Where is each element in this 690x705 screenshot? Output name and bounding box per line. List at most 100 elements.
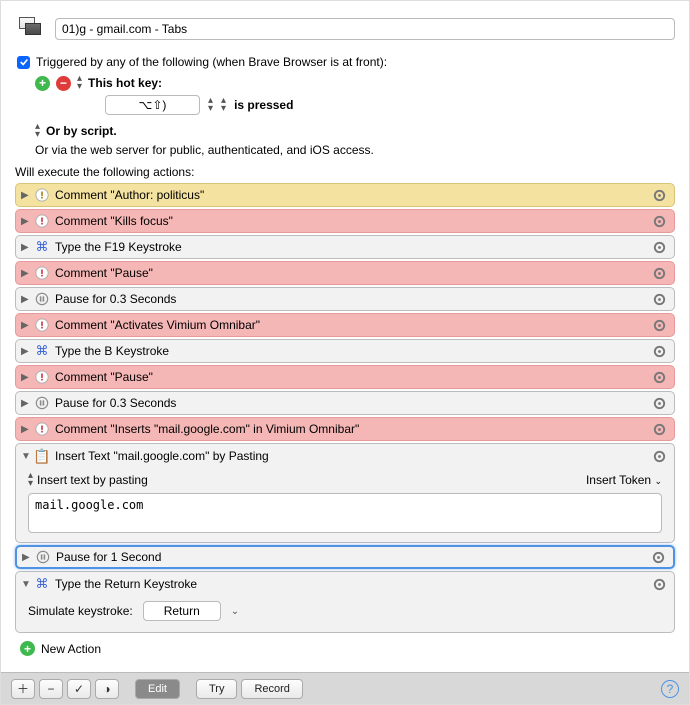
gear-icon[interactable] xyxy=(649,266,669,281)
action-row[interactable]: ▶ Pause for 0.3 Seconds xyxy=(15,391,675,415)
or-script-label: Or by script. xyxy=(46,124,117,138)
help-button[interactable]: ? xyxy=(661,680,679,698)
gear-icon[interactable] xyxy=(649,188,669,203)
action-label: Pause for 1 Second xyxy=(52,550,648,564)
comment-icon xyxy=(33,188,51,202)
macro-icon xyxy=(15,13,47,45)
disclosure-icon[interactable]: ▼ xyxy=(21,451,33,462)
gear-icon[interactable] xyxy=(649,240,669,255)
keystroke-selector[interactable]: Return xyxy=(143,601,221,621)
action-row[interactable]: ▶ ⌘ Type the B Keystroke xyxy=(15,339,675,363)
keystroke-icon: ⌘ xyxy=(33,576,51,592)
hotkey-options-stepper[interactable]: ▴▾ xyxy=(208,97,213,113)
trigger-enabled-checkbox[interactable] xyxy=(17,56,30,69)
disclosure-icon[interactable]: ▶ xyxy=(21,190,33,201)
comment-icon xyxy=(33,318,51,332)
action-row[interactable]: ▶ Pause for 1 Second xyxy=(15,545,675,569)
action-label: Type the F19 Keystroke xyxy=(51,240,649,254)
bottom-toolbar: ＋ − ✓ ◑ Edit Try Record ? xyxy=(1,672,689,704)
comment-icon xyxy=(33,214,51,228)
add-button[interactable]: ＋ xyxy=(11,679,35,699)
new-action-label: New Action xyxy=(41,642,101,656)
add-icon: + xyxy=(20,641,35,656)
gear-icon[interactable] xyxy=(649,318,669,333)
gear-icon[interactable] xyxy=(649,396,669,411)
try-button[interactable]: Try xyxy=(196,679,237,699)
or-script-stepper[interactable]: ▴▾ xyxy=(35,123,40,139)
action-label: Pause for 0.3 Seconds xyxy=(51,396,649,410)
gear-icon[interactable] xyxy=(649,422,669,437)
action-label: Insert Text "mail.google.com" by Pasting xyxy=(51,449,649,463)
action-row[interactable]: ▶ Comment "Pause" xyxy=(15,261,675,285)
action-row[interactable]: ▶ Comment "Pause" xyxy=(15,365,675,389)
action-row[interactable]: ▶ Comment "Activates Vimium Omnibar" xyxy=(15,313,675,337)
keystroke-icon: ⌘ xyxy=(33,343,51,359)
action-row[interactable]: ▶ Comment "Inserts "mail.google.com" in … xyxy=(15,417,675,441)
disclosure-icon[interactable]: ▼ xyxy=(21,579,33,590)
gear-icon[interactable] xyxy=(649,292,669,307)
macro-title-input[interactable] xyxy=(55,18,675,40)
disclosure-icon[interactable]: ▶ xyxy=(21,372,33,383)
remove-button[interactable]: − xyxy=(39,679,63,699)
record-button[interactable]: Record xyxy=(241,679,302,699)
action-row-expanded[interactable]: ▼ ⌘ Type the Return Keystroke Simulate k… xyxy=(15,571,675,633)
chevron-down-icon[interactable]: ⌄ xyxy=(231,606,239,617)
action-label: Type the Return Keystroke xyxy=(51,577,649,591)
insert-mode-label: Insert text by pasting xyxy=(37,473,148,487)
action-label: Comment "Author: politicus" xyxy=(51,188,649,202)
hotkey-mode-stepper[interactable]: ▴▾ xyxy=(221,97,226,113)
comment-icon xyxy=(33,266,51,280)
pause-icon xyxy=(34,550,52,564)
gear-icon[interactable] xyxy=(649,577,669,592)
simulate-keystroke-label: Simulate keystroke: xyxy=(28,604,133,618)
keystroke-icon: ⌘ xyxy=(33,239,51,255)
add-trigger-button[interactable]: + xyxy=(35,76,50,91)
enable-button[interactable]: ✓ xyxy=(67,679,91,699)
insert-token-button[interactable]: Insert Token ⌄ xyxy=(586,473,662,487)
disclosure-icon[interactable]: ▶ xyxy=(21,242,33,253)
action-label: Pause for 0.3 Seconds xyxy=(51,292,649,306)
new-action-button[interactable]: + New Action xyxy=(15,639,675,658)
action-row[interactable]: ▶ Comment "Author: politicus" xyxy=(15,183,675,207)
comment-icon xyxy=(33,422,51,436)
gear-icon[interactable] xyxy=(649,214,669,229)
disclosure-icon[interactable]: ▶ xyxy=(22,552,34,563)
insert-text-textarea[interactable] xyxy=(28,493,662,533)
actions-header: Will execute the following actions: xyxy=(15,165,675,179)
action-label: Comment "Inserts "mail.google.com" in Vi… xyxy=(51,422,649,436)
disclosure-icon[interactable]: ▶ xyxy=(21,268,33,279)
hotkey-recorder[interactable]: ⌥⇧) xyxy=(105,95,200,115)
action-label: Comment "Pause" xyxy=(51,266,649,280)
disclosure-icon[interactable]: ▶ xyxy=(21,398,33,409)
disclosure-icon[interactable]: ▶ xyxy=(21,346,33,357)
action-row[interactable]: ▶ Comment "Kills focus" xyxy=(15,209,675,233)
pause-icon xyxy=(33,292,51,306)
or-web-label: Or via the web server for public, authen… xyxy=(35,143,374,157)
remove-trigger-button[interactable]: − xyxy=(56,76,71,91)
clipboard-icon: 📋 xyxy=(33,448,51,465)
insert-mode-stepper[interactable]: ▴▾ xyxy=(28,472,33,488)
trigger-label: Triggered by any of the following (when … xyxy=(36,55,387,69)
action-label: Comment "Activates Vimium Omnibar" xyxy=(51,318,649,332)
action-row[interactable]: ▶ ⌘ Type the F19 Keystroke xyxy=(15,235,675,259)
action-label: Type the B Keystroke xyxy=(51,344,649,358)
action-row[interactable]: ▶ Pause for 0.3 Seconds xyxy=(15,287,675,311)
gear-icon[interactable] xyxy=(648,550,668,565)
action-label: Comment "Pause" xyxy=(51,370,649,384)
disclosure-icon[interactable]: ▶ xyxy=(21,294,33,305)
chevron-down-icon: ⌄ xyxy=(654,476,662,486)
pause-icon xyxy=(33,396,51,410)
hotkey-label: This hot key: xyxy=(88,76,162,90)
edit-button[interactable]: Edit xyxy=(135,679,180,699)
comment-icon xyxy=(33,370,51,384)
gear-icon[interactable] xyxy=(649,449,669,464)
action-row-expanded[interactable]: ▼ 📋 Insert Text "mail.google.com" by Pas… xyxy=(15,443,675,543)
disclosure-icon[interactable]: ▶ xyxy=(21,216,33,227)
disclosure-icon[interactable]: ▶ xyxy=(21,320,33,331)
toggle-button[interactable]: ◑ xyxy=(95,679,119,699)
disclosure-icon[interactable]: ▶ xyxy=(21,424,33,435)
gear-icon[interactable] xyxy=(649,344,669,359)
action-label: Comment "Kills focus" xyxy=(51,214,649,228)
trigger-type-stepper[interactable]: ▴▾ xyxy=(77,75,82,91)
gear-icon[interactable] xyxy=(649,370,669,385)
